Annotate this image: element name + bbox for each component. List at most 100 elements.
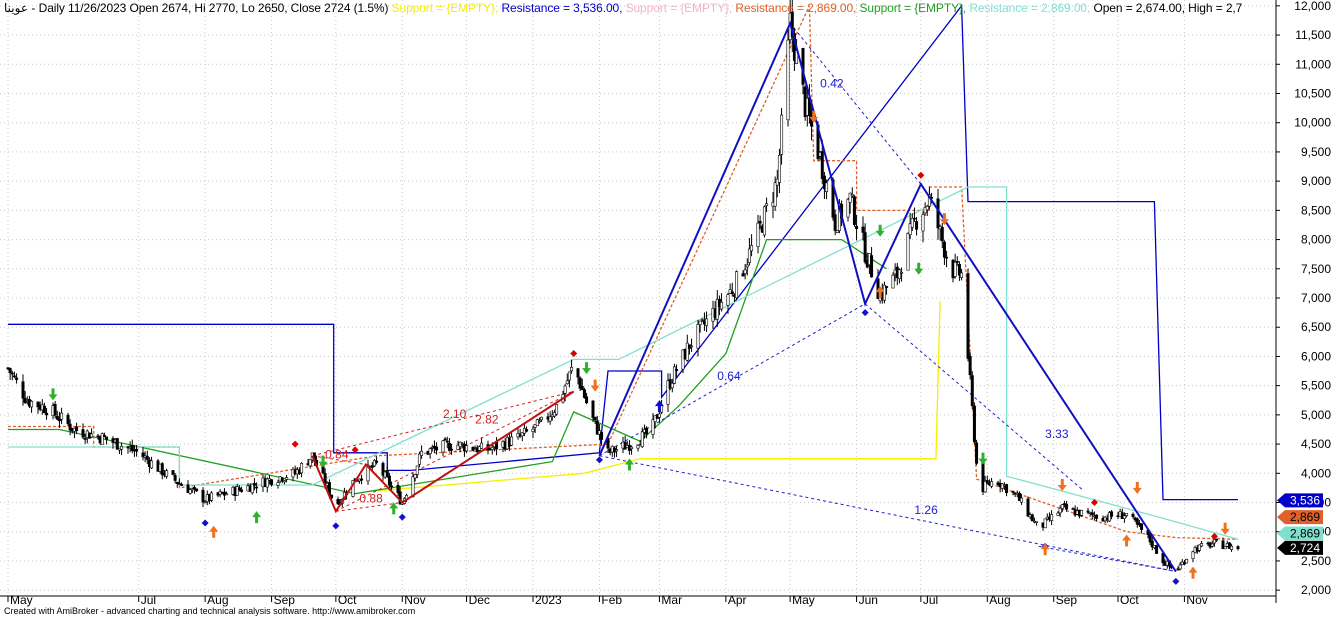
candle-body: [195, 488, 199, 492]
candle-body: [735, 271, 739, 299]
candle-body: [720, 301, 724, 310]
candle-body: [225, 493, 229, 496]
y-tick-label: 6,000: [1301, 349, 1331, 363]
candle-body: [1131, 513, 1135, 517]
candle-body: [270, 479, 274, 485]
candle-body: [835, 230, 839, 233]
candle-body: [563, 385, 567, 394]
ratio-label-red: 2.10: [443, 407, 467, 421]
candle-body: [833, 214, 837, 231]
candle-body: [465, 445, 469, 452]
candle-body: [1058, 507, 1062, 514]
y-tick-label: 5,500: [1301, 379, 1331, 393]
candle-body: [1125, 513, 1129, 516]
header-indicator-values: Support = {EMPTY}, Resistance = 3,536.00…: [392, 1, 1243, 15]
candle-body: [1236, 546, 1240, 550]
candle-body: [1090, 512, 1094, 516]
candle-body: [585, 396, 589, 404]
x-tick-label: May: [792, 593, 815, 607]
candle-body: [150, 460, 154, 469]
candle-body: [1005, 484, 1009, 494]
y-tick-label: 6,500: [1301, 320, 1331, 334]
candle-body: [912, 217, 916, 220]
candle-body: [145, 455, 149, 460]
candle-body: [188, 489, 192, 494]
candle-body: [942, 241, 946, 258]
candle-body: [968, 356, 972, 376]
candle-body: [1043, 518, 1047, 529]
candle-body: [360, 478, 364, 481]
candle-body: [825, 182, 829, 192]
candle-body: [591, 400, 595, 418]
candle-body: [698, 320, 702, 325]
y-tick-label: 4,500: [1301, 437, 1331, 451]
candle-body: [173, 475, 177, 481]
y-tick-label: 5,000: [1301, 408, 1331, 422]
candle-body: [765, 203, 769, 206]
candle-body: [81, 429, 85, 438]
footer-credit: Created with AmiBroker - advanced charti…: [4, 606, 416, 616]
candle-body: [615, 449, 619, 452]
candle-body: [201, 489, 205, 503]
ratio-label-blue: 0.64: [717, 369, 741, 383]
candle-body: [240, 489, 244, 492]
candle-body: [730, 291, 734, 295]
y-tick-label: 10,500: [1294, 86, 1331, 100]
candle-body: [820, 151, 824, 179]
candle-body: [1060, 504, 1064, 509]
candle-body: [190, 488, 194, 491]
candle-body: [75, 426, 79, 432]
candle-body: [1122, 515, 1126, 519]
y-tick-label: 11,500: [1295, 28, 1331, 42]
y-tick-label: 2,500: [1301, 554, 1331, 568]
candle-body: [1065, 503, 1069, 510]
candle-body: [953, 261, 957, 277]
candle-body: [567, 371, 571, 381]
candle-body: [1095, 514, 1099, 519]
candle-body: [490, 447, 494, 450]
y-tick-label: 9,500: [1301, 145, 1331, 159]
candle-body: [970, 375, 974, 407]
y-tick-label: 11,000: [1295, 57, 1331, 71]
candle-body: [96, 435, 100, 438]
candle-body: [255, 486, 259, 489]
candle-body: [1026, 498, 1030, 517]
x-tick-label: May: [10, 593, 33, 607]
chart-background: [0, 0, 1336, 619]
candle-body: [576, 368, 580, 378]
candle-body: [10, 372, 14, 375]
x-tick-label: 2023: [535, 593, 562, 607]
candle-body: [705, 318, 709, 326]
candle-body: [548, 416, 552, 422]
candle-body: [906, 233, 910, 271]
header-item-6: Open = 2,674.00, High = 2,7: [1093, 1, 1243, 15]
candle-body: [762, 206, 766, 236]
candle-body: [580, 386, 584, 391]
header-symbol: عوينا: [4, 1, 28, 15]
candle-body: [657, 413, 661, 418]
candle-body: [30, 400, 34, 408]
candle-body: [428, 448, 432, 455]
candle-body: [441, 440, 445, 453]
price-chart[interactable]: 0.42 0.64 3.33 1.26 2.10 2.82 0.84 0.88 2,000 2,…: [0, 0, 1336, 619]
candle-body: [565, 380, 569, 384]
candle-body: [1178, 564, 1182, 570]
header-item-1: Resistance = 3,536.00,: [501, 1, 626, 15]
candle-body: [1223, 546, 1227, 550]
chart-header: عوينا - Daily 11/26/2023 Open 2674, Hi 2…: [4, 1, 1242, 15]
candle-body: [60, 412, 64, 420]
candle-body: [387, 475, 391, 486]
candle-body: [540, 416, 544, 421]
candle-body: [852, 196, 856, 225]
candle-body: [411, 476, 415, 497]
x-tick-label: Dec: [469, 593, 490, 607]
candle-body: [252, 483, 256, 486]
candle-body: [870, 255, 874, 278]
candle-body: [413, 474, 417, 479]
x-tick-label: Aug: [207, 593, 228, 607]
candle-body: [640, 431, 644, 447]
candle-body: [741, 273, 745, 277]
value-label-text: 3,536: [1290, 493, 1320, 507]
x-tick-label: Nov: [404, 593, 425, 607]
candle-body: [855, 225, 859, 230]
